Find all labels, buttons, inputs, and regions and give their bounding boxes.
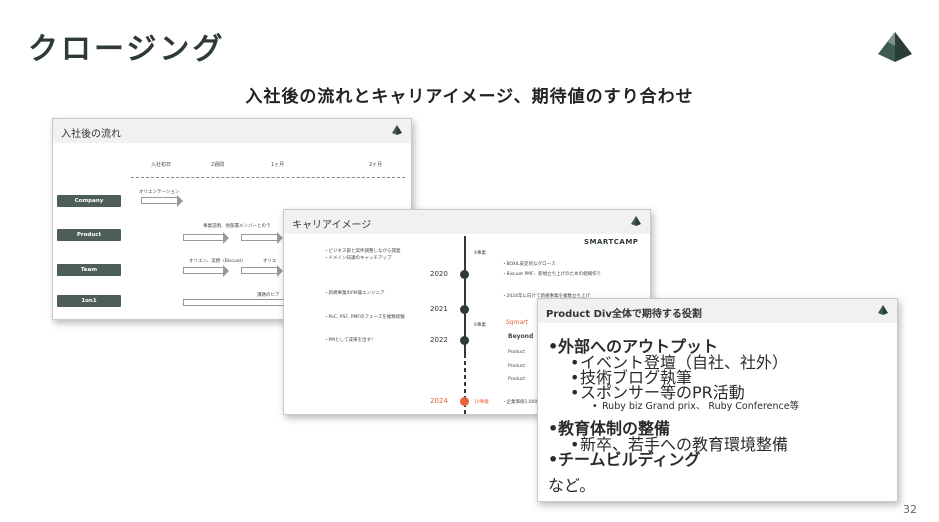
period-2months: 2ヶ月: [369, 162, 383, 168]
period-1month: 1ヶ月: [271, 162, 285, 168]
timeline-dot: [460, 270, 469, 279]
year-2020: 2020: [430, 270, 448, 278]
timeline-dot: [460, 336, 469, 345]
beyond-logo: Beyond: [508, 333, 534, 340]
product-div-roles-header: Product Div全体で期待する役割: [538, 299, 897, 323]
year-2022: 2022: [430, 336, 448, 344]
sqmart-logo: Sqmart: [506, 319, 528, 326]
career-detail: 4事業: [474, 251, 486, 256]
timeline-divider: [131, 177, 405, 178]
label-company: Company: [57, 195, 121, 207]
product-div-roles-title: Product Div全体で期待する役割: [546, 309, 702, 320]
career-detail: Product: [508, 350, 526, 355]
career-detail: ・Biscuet PMF、新規立ち上げのための組織作り: [502, 272, 602, 277]
page-number: 32: [903, 503, 917, 516]
flow-arrow: [183, 232, 229, 244]
label-product: Product: [57, 229, 121, 241]
flow-arrow: [183, 297, 289, 309]
flow-text: オリエン、実務（Biscuet）: [189, 259, 246, 264]
flow-text: 事業説明、他部署メンバーとのラ: [203, 224, 271, 229]
period-2weeks: 2週間: [211, 162, 225, 168]
career-detail: ・BOXIL安定的なグロース: [502, 262, 556, 267]
career-item: ・新規事業のPM兼エンジニア: [324, 291, 385, 296]
flow-arrow: [241, 265, 283, 277]
onboarding-flow-title: 入社後の流れ: [61, 129, 121, 140]
label-1on1: 1on1: [57, 295, 121, 307]
career-item: ・ビジネス部と案件調整しながら開発: [324, 249, 401, 254]
career-detail: 10事業: [474, 400, 489, 405]
label-team: Team: [57, 264, 121, 276]
year-2024: 2024: [430, 397, 448, 405]
career-item: ・ドメイン知識のキャッチアップ: [324, 256, 392, 261]
role-subsubitem: • Ruby biz Grand prix、 Ruby Conference等: [592, 401, 800, 412]
career-image-header: キャリアイメージ: [284, 210, 650, 234]
flow-arrow: [183, 265, 229, 277]
slide-subtitle: 入社後の流れとキャリアイメージ、期待値のすり合わせ: [245, 87, 694, 107]
slide-title: クロージング: [28, 32, 226, 67]
onboarding-flow-header: 入社後の流れ: [53, 119, 411, 143]
career-detail: Product: [508, 364, 526, 369]
flow-text: 課題のヒア: [257, 293, 280, 298]
role-footer-text: など。: [548, 476, 596, 495]
timeline-dot: [460, 305, 469, 314]
career-detail: ・企業価値1,000: [502, 400, 538, 405]
flow-arrow: [241, 232, 283, 244]
career-detail: Product: [508, 377, 526, 382]
flow-text: オリエンテーション: [139, 190, 180, 195]
role-item: •チームビルディング: [548, 450, 701, 469]
timeline-dot-highlight: [460, 397, 469, 406]
period-day1: 入社初日: [151, 162, 172, 168]
pyramid-logo-icon: [878, 305, 888, 315]
timeline-line: [464, 236, 466, 414]
product-div-roles-slide: Product Div全体で期待する役割 •外部へのアウトプット •イベント登壇…: [537, 298, 898, 502]
pyramid-logo-icon: [392, 125, 402, 135]
smartcamp-logo: SMARTCAMP: [584, 238, 639, 246]
flow-arrow: [141, 195, 183, 207]
year-2021: 2021: [430, 305, 448, 313]
career-item: ・PoC, PSF, PMFのフェーズを複数経験: [324, 315, 405, 320]
pyramid-logo-icon: [878, 32, 912, 62]
flow-text: オリエ: [263, 259, 277, 264]
career-detail: 6事業: [474, 323, 486, 328]
career-image-title: キャリアイメージ: [292, 220, 372, 231]
career-item: ・PMとして成果を出す！: [324, 338, 376, 343]
pyramid-logo-icon: [631, 216, 641, 226]
